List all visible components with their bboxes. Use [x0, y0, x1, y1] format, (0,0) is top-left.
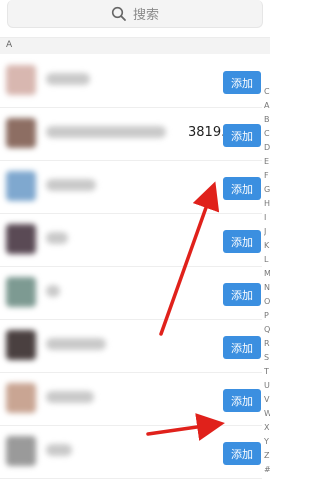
add-button[interactable]: 添加: [223, 230, 261, 253]
add-button[interactable]: 添加: [223, 177, 261, 200]
add-button[interactable]: 添加: [223, 336, 261, 359]
contact-name: [46, 73, 90, 85]
avatar: [6, 277, 36, 307]
index-letter[interactable]: Q: [264, 326, 270, 334]
index-letter[interactable]: C: [264, 88, 270, 96]
index-letter[interactable]: W: [264, 410, 270, 418]
index-letter[interactable]: X: [264, 424, 270, 432]
add-button[interactable]: 添加: [223, 442, 261, 465]
index-letter[interactable]: P: [264, 312, 270, 320]
contact-name: [46, 391, 94, 403]
index-letter[interactable]: I: [264, 214, 270, 222]
contact-row[interactable]: 添加: [0, 320, 262, 373]
index-letter[interactable]: D: [264, 144, 270, 152]
search-placeholder: 搜索: [132, 8, 159, 23]
search-bar: 搜索: [0, 0, 270, 38]
contacts-screen: 搜索 A 添加 3819.. 添加 添加 添加 添加 添加 添加 添加 C A …: [0, 0, 270, 480]
avatar: [6, 224, 36, 254]
contact-name: [46, 179, 96, 191]
index-letter[interactable]: #: [264, 466, 270, 474]
contact-row[interactable]: 添加: [0, 426, 262, 479]
contact-row[interactable]: 添加: [0, 55, 262, 108]
avatar: [6, 65, 36, 95]
index-letter[interactable]: J: [264, 228, 270, 236]
contact-name: [46, 285, 60, 297]
index-letter[interactable]: Y: [264, 438, 270, 446]
avatar: [6, 436, 36, 466]
contact-name: [46, 444, 72, 456]
index-letter[interactable]: U: [264, 382, 270, 390]
index-letter[interactable]: K: [264, 242, 270, 250]
section-header: A: [0, 38, 270, 54]
index-letter[interactable]: M: [264, 270, 270, 278]
add-button[interactable]: 添加: [223, 389, 261, 412]
index-letter[interactable]: O: [264, 298, 270, 306]
index-letter[interactable]: L: [264, 256, 270, 264]
search-icon: [111, 6, 126, 21]
contact-name: [46, 338, 106, 350]
contact-row[interactable]: 添加: [0, 267, 262, 320]
avatar: [6, 171, 36, 201]
contact-row[interactable]: 添加: [0, 161, 262, 214]
contact-name: [46, 232, 68, 244]
index-letter[interactable]: F: [264, 172, 270, 180]
index-letter[interactable]: S: [264, 354, 270, 362]
add-button[interactable]: 添加: [223, 283, 261, 306]
section-letter: A: [6, 40, 13, 50]
index-letter[interactable]: G: [264, 186, 270, 194]
avatar: [6, 118, 36, 148]
avatar: [6, 383, 36, 413]
avatar: [6, 330, 36, 360]
index-letter[interactable]: B: [264, 116, 270, 124]
index-letter[interactable]: E: [264, 158, 270, 166]
contact-name: [46, 126, 166, 138]
index-letter[interactable]: A: [264, 102, 270, 110]
index-letter[interactable]: T: [264, 368, 270, 376]
index-letter[interactable]: H: [264, 200, 270, 208]
contact-row[interactable]: 3819.. 添加: [0, 108, 262, 161]
index-letter[interactable]: N: [264, 284, 270, 292]
index-letter[interactable]: C: [264, 130, 270, 138]
index-letter[interactable]: Z: [264, 452, 270, 460]
search-input[interactable]: 搜索: [7, 0, 263, 28]
alphabet-index[interactable]: C A B C D E F G H I J K L M N O P Q R S …: [264, 88, 270, 480]
index-letter[interactable]: R: [264, 340, 270, 348]
contact-row[interactable]: 添加: [0, 214, 262, 267]
add-button[interactable]: 添加: [223, 71, 261, 94]
index-letter[interactable]: V: [264, 396, 270, 404]
add-button[interactable]: 添加: [223, 124, 261, 147]
contact-row[interactable]: 添加: [0, 373, 262, 426]
